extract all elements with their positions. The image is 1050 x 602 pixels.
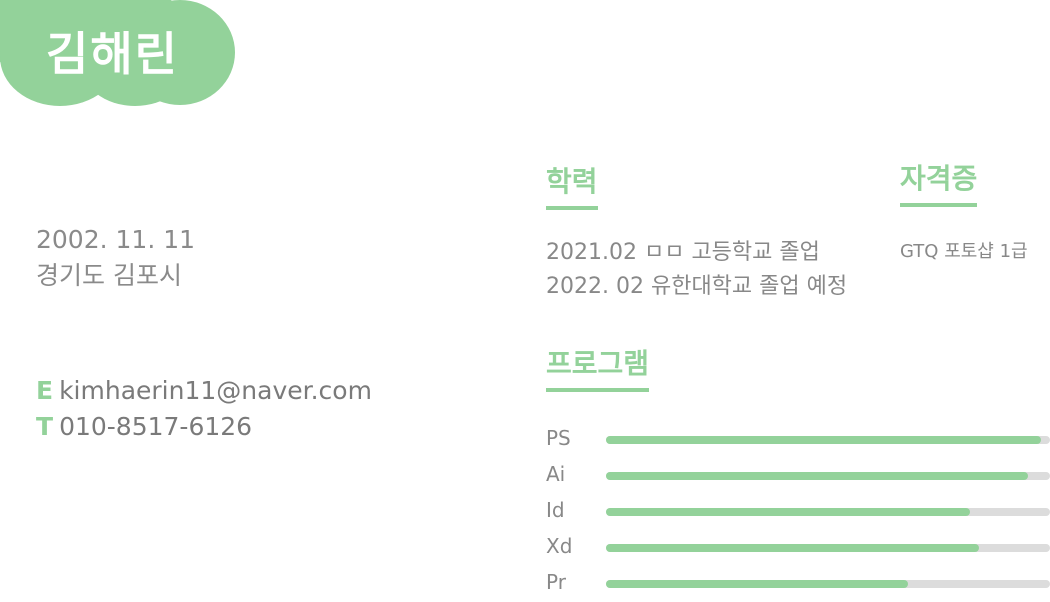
phone-number[interactable]: 010-8517-6126 [59,412,252,441]
location: 경기도 김포시 [36,261,182,290]
skill-bar-fill [606,544,979,552]
personal-info: 2002. 11. 11 경기도 김포시 [36,222,195,294]
skill-bar-fill [606,508,971,516]
education-heading-label: 학력 [546,165,598,198]
education-heading: 학력 [546,160,598,210]
skill-bar-fill [606,472,1028,480]
programs-heading-label: 프로그램 [546,347,650,380]
programs-heading: 프로그램 [546,342,650,392]
skill-bar-fill [606,580,908,588]
skill-bar-track [606,472,1050,480]
profile-name: 김해린 [46,27,179,81]
phone-row: T 010-8517-6126 [36,409,372,445]
skill-label: Pr [546,570,566,594]
skill-label: PS [546,426,571,450]
skill-row-pr: Pr [546,566,1050,602]
certificates-heading: 자격증 [900,157,978,207]
education-list: 2021.02 ㅁㅁ 고등학교 졸업 2022. 02 유한대학교 졸업 예정 [546,236,847,304]
skill-bar-fill [606,436,1042,444]
education-heading-underline [546,206,598,210]
contact-info: Ekimhaerin11@naver.com T 010-8517-6126 [36,373,372,445]
skill-bar-track [606,436,1050,444]
skill-label: Id [546,498,565,522]
skill-bar-track [606,580,1050,588]
skill-bar-track [606,508,1050,516]
birthdate: 2002. 11. 11 [36,225,196,254]
certificate-item: GTQ 포토샵 1급 [900,241,1028,262]
education-item: 2021.02 ㅁㅁ 고등학교 졸업 [546,240,820,265]
skill-row-ps: PS [546,422,1050,458]
education-item: 2022. 02 유한대학교 졸업 예정 [546,274,848,299]
skill-row-xd: Xd [546,530,1050,566]
certificates-heading-label: 자격증 [900,162,978,195]
skill-label: Xd [546,534,573,558]
programs-heading-underline [546,388,650,392]
email-tag: E [36,376,54,405]
email-address[interactable]: kimhaerin11@naver.com [59,376,372,405]
skill-row-ai: Ai [546,458,1050,494]
skill-label: Ai [546,462,566,486]
certificates-heading-underline [900,203,978,207]
skill-row-id: Id [546,494,1050,530]
skill-bar-track [606,544,1050,552]
phone-tag: T [36,412,54,441]
email-row: Ekimhaerin11@naver.com [36,373,372,409]
